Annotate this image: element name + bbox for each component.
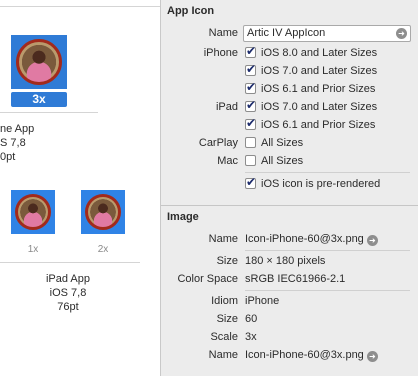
file-name-label: Name xyxy=(208,349,238,361)
point-size-label: Size xyxy=(216,313,238,325)
point-size-value: 60 xyxy=(245,313,258,325)
attributes-inspector: App Icon Name Artic IV AppIcon ➜ iPhone … xyxy=(160,0,418,376)
iphone-app-caption: ne App S 7,8 0pt xyxy=(0,122,42,164)
file-name-value: Icon-iPhone-60@3x.png xyxy=(245,349,364,361)
ipad-ios7-label: iOS 7.0 and Later Sizes xyxy=(261,101,378,113)
app-icon-image xyxy=(15,194,51,230)
ipad-slot-1x-label: 1x xyxy=(27,244,39,255)
iphone-ios8-checkbox[interactable] xyxy=(245,44,256,58)
image-name-row: Name Icon-iPhone-60@3x.png ➜ xyxy=(161,231,418,249)
image-name-divider xyxy=(245,250,410,251)
scale-value: 3x xyxy=(245,331,257,343)
top-divider xyxy=(0,6,160,7)
iphone-ios8-row: iPhone iOS 8.0 and Later Sizes xyxy=(161,44,418,63)
arrow-right-circle-icon[interactable]: ➜ xyxy=(396,28,407,39)
color-space-label: Color Space xyxy=(177,273,238,285)
mac-row: Mac All Sizes xyxy=(161,153,418,171)
appicon-name-value: Artic IV AppIcon xyxy=(247,27,326,39)
image-section-title: Image xyxy=(167,211,199,223)
app-icon-image xyxy=(85,194,121,230)
slot-row-divider xyxy=(0,112,98,113)
file-name-row: Name Icon-iPhone-60@3x.png ➜ xyxy=(161,347,418,365)
ipad-ios6-checkbox[interactable] xyxy=(245,116,256,130)
color-space-row: Color Space sRGB IEC61966-2.1 xyxy=(161,271,418,289)
name-label: Name xyxy=(208,27,238,39)
ipad-ios7-checkbox[interactable] xyxy=(245,98,256,112)
mac-all-sizes-checkbox[interactable] xyxy=(245,155,256,166)
ipad-slot-2x[interactable] xyxy=(81,190,125,234)
iphone-caption-line2: S 7,8 xyxy=(0,137,26,149)
prerendered-checkbox[interactable] xyxy=(245,175,256,189)
scale-label: Scale xyxy=(210,331,238,343)
pixel-size-row: Size 180 × 180 pixels xyxy=(161,253,418,271)
idiom-row: Idiom iPhone xyxy=(161,293,418,311)
pixel-size-value: 180 × 180 pixels xyxy=(245,255,326,267)
carplay-all-sizes-checkbox[interactable] xyxy=(245,137,256,148)
idiom-value: iPhone xyxy=(245,295,280,307)
app-icon-image xyxy=(16,39,62,85)
iphone-ios7-label: iOS 7.0 and Later Sizes xyxy=(261,65,378,77)
ipad-ios7-row: iPad iOS 7.0 and Later Sizes xyxy=(161,98,418,117)
image-name-value: Icon-iPhone-60@3x.png xyxy=(245,233,364,245)
ipad-ios6-label: iOS 6.1 and Prior Sizes xyxy=(261,119,376,131)
color-space-value: sRGB IEC61966-2.1 xyxy=(245,273,346,285)
mac-label: Mac xyxy=(217,155,238,167)
ipad-caption-line3: 76pt xyxy=(57,301,79,313)
iphone-caption-line3: 0pt xyxy=(0,151,16,163)
point-size-row: Size 60 xyxy=(161,311,418,329)
section-divider xyxy=(161,205,418,206)
ipad-slot-2x-label: 2x xyxy=(97,244,109,255)
mac-all-sizes-label: All Sizes xyxy=(261,155,304,167)
appicon-name-field[interactable]: Artic IV AppIcon ➜ xyxy=(243,25,411,42)
ipad-caption-line1: iPad App xyxy=(45,273,91,285)
color-space-divider xyxy=(245,290,410,291)
appicon-name-row: Name Artic IV AppIcon ➜ xyxy=(161,25,418,43)
file-name-group: Icon-iPhone-60@3x.png ➜ xyxy=(245,349,378,362)
carplay-all-sizes-label: All Sizes xyxy=(261,137,304,149)
pixel-size-label: Size xyxy=(216,255,238,267)
icon-slot-3x[interactable] xyxy=(11,35,67,89)
iphone-caption-line1: ne App xyxy=(0,123,35,135)
image-name-label: Name xyxy=(208,233,238,245)
ipad-slot-1x[interactable] xyxy=(11,190,55,234)
ipad-ios6-row: iOS 6.1 and Prior Sizes xyxy=(161,116,418,135)
carplay-label: CarPlay xyxy=(198,137,238,149)
prerendered-row: iOS icon is pre-rendered xyxy=(161,175,418,194)
iphone-ios6-row: iOS 6.1 and Prior Sizes xyxy=(161,80,418,99)
scale-row: Scale 3x xyxy=(161,329,418,347)
ipad-label: iPad xyxy=(215,101,238,113)
ipad-divider xyxy=(0,262,140,263)
iphone-ios6-label: iOS 6.1 and Prior Sizes xyxy=(261,83,376,95)
iphone-ios8-label: iOS 8.0 and Later Sizes xyxy=(261,47,378,59)
carplay-row: CarPlay All Sizes xyxy=(161,135,418,153)
arrow-right-circle-icon[interactable]: ➜ xyxy=(366,351,378,362)
prerendered-label: iOS icon is pre-rendered xyxy=(261,178,381,190)
arrow-right-circle-icon[interactable]: ➜ xyxy=(366,235,378,246)
idiom-label: Idiom xyxy=(211,295,238,307)
scale-badge-3x: 3x xyxy=(11,92,67,107)
asset-slots-pane: 3x ne App S 7,8 0pt 1x 2x iPad App iOS 7… xyxy=(0,0,160,376)
prerender-divider xyxy=(245,172,410,173)
ipad-caption-line2: iOS 7,8 xyxy=(49,287,87,299)
iphone-ios6-checkbox[interactable] xyxy=(245,80,256,94)
image-name-group: Icon-iPhone-60@3x.png ➜ xyxy=(245,233,378,246)
iphone-label: iPhone xyxy=(203,47,238,59)
iphone-ios7-row: iOS 7.0 and Later Sizes xyxy=(161,62,418,81)
app-icon-section-title: App Icon xyxy=(167,5,215,17)
ipad-app-caption: iPad App iOS 7,8 76pt xyxy=(18,272,118,314)
iphone-ios7-checkbox[interactable] xyxy=(245,62,256,76)
